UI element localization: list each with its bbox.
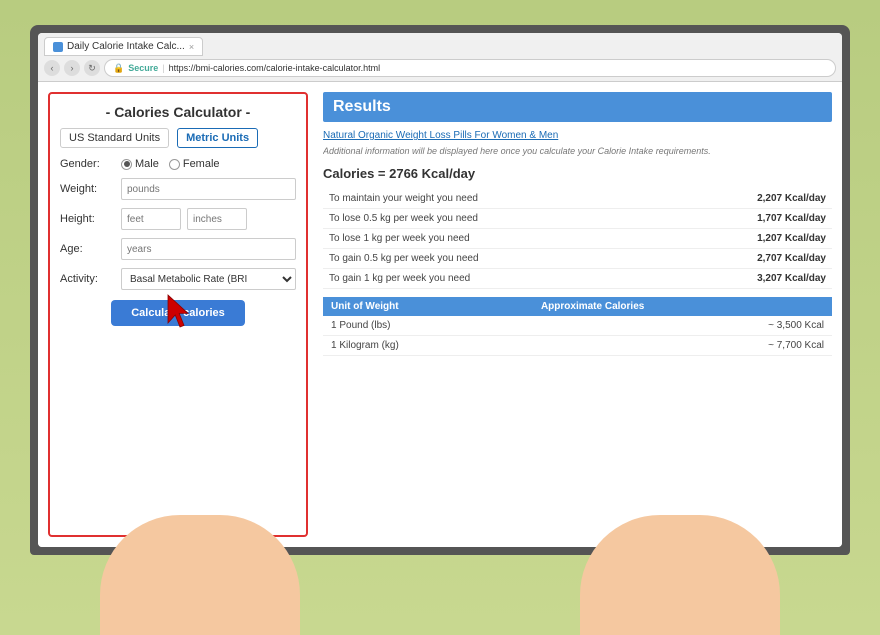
- gender-label: Gender:: [60, 158, 115, 170]
- male-label: Male: [135, 158, 159, 170]
- table-row: To lose 0.5 kg per week you need 1,707 K…: [323, 208, 832, 228]
- hands: [0, 515, 880, 635]
- weight-label: Weight:: [60, 183, 115, 195]
- results-subtitle: Additional information will be displayed…: [323, 145, 832, 158]
- weight-row: Weight:: [60, 178, 296, 200]
- row-label: To lose 0.5 kg per week you need: [323, 208, 662, 228]
- male-option[interactable]: Male: [121, 158, 159, 170]
- male-radio[interactable]: [121, 159, 132, 170]
- weight-unit: 1 Kilogram (kg): [323, 335, 533, 355]
- height-label: Height:: [60, 213, 115, 225]
- left-hand: [100, 515, 300, 635]
- address-bar[interactable]: 🔒 Secure | https://bmi-calories.com/calo…: [104, 59, 836, 77]
- browser-tab[interactable]: Daily Calorie Intake Calc... ×: [44, 37, 203, 56]
- age-row: Age:: [60, 238, 296, 260]
- results-weight-table: Unit of Weight Approximate Calories 1 Po…: [323, 297, 832, 356]
- url-display: https://bmi-calories.com/calorie-intake-…: [169, 63, 381, 73]
- results-ad-link[interactable]: Natural Organic Weight Loss Pills For Wo…: [323, 130, 832, 141]
- female-option[interactable]: Female: [169, 158, 220, 170]
- tab-close-button[interactable]: ×: [189, 42, 194, 52]
- results-main-value: Calories = 2766 Kcal/day: [323, 166, 832, 181]
- weight-input[interactable]: [121, 178, 296, 200]
- weight-unit: 1 Pound (lbs): [323, 316, 533, 336]
- activity-row: Activity: Basal Metabolic Rate (BRI: [60, 268, 296, 290]
- table-row: To gain 0.5 kg per week you need 2,707 K…: [323, 248, 832, 268]
- separator: |: [162, 63, 164, 73]
- tab-favicon: [53, 42, 63, 52]
- tab-title: Daily Calorie Intake Calc...: [67, 41, 185, 52]
- back-button[interactable]: ‹: [44, 60, 60, 76]
- age-label: Age:: [60, 243, 115, 255]
- tab-us-standard[interactable]: US Standard Units: [60, 128, 169, 148]
- page-content: - Calories Calculator - US Standard Unit…: [38, 82, 842, 547]
- table-row: To lose 1 kg per week you need 1,207 Kca…: [323, 228, 832, 248]
- gender-options: Male Female: [121, 158, 220, 170]
- activity-label: Activity:: [60, 273, 115, 285]
- browser-tabs: Daily Calorie Intake Calc... ×: [44, 37, 836, 56]
- row-label: To maintain your weight you need: [323, 189, 662, 209]
- weight-calories: ~ 7,700 Kcal: [533, 335, 832, 355]
- calculator-panel: - Calories Calculator - US Standard Unit…: [48, 92, 308, 537]
- table-row: 1 Kilogram (kg) ~ 7,700 Kcal: [323, 335, 832, 355]
- lock-icon: 🔒: [113, 63, 124, 74]
- scene: Daily Calorie Intake Calc... × ‹ › ↻ 🔒 S…: [0, 0, 880, 635]
- weight-table-header1: Unit of Weight: [323, 297, 533, 316]
- row-value: 2,707 Kcal/day: [662, 248, 832, 268]
- refresh-button[interactable]: ↻: [84, 60, 100, 76]
- row-value: 3,207 Kcal/day: [662, 268, 832, 288]
- row-label: To lose 1 kg per week you need: [323, 228, 662, 248]
- laptop-screen: Daily Calorie Intake Calc... × ‹ › ↻ 🔒 S…: [38, 33, 842, 547]
- weight-calories: ~ 3,500 Kcal: [533, 316, 832, 336]
- row-value: 2,207 Kcal/day: [662, 189, 832, 209]
- activity-select[interactable]: Basal Metabolic Rate (BRI: [121, 268, 296, 290]
- female-label: Female: [183, 158, 220, 170]
- calculator-title: - Calories Calculator -: [60, 104, 296, 120]
- table-row: To maintain your weight you need 2,207 K…: [323, 189, 832, 209]
- browser-nav: ‹ › ↻ 🔒 Secure | https://bmi-calories.co…: [44, 59, 836, 77]
- table-row: 1 Pound (lbs) ~ 3,500 Kcal: [323, 316, 832, 336]
- button-area: Calculate calories: [60, 300, 296, 326]
- results-panel: Results Natural Organic Weight Loss Pill…: [323, 92, 832, 537]
- secure-label: Secure: [128, 63, 158, 73]
- height-row: Height:: [60, 208, 296, 230]
- height-inches-input[interactable]: [187, 208, 247, 230]
- row-value: 1,207 Kcal/day: [662, 228, 832, 248]
- laptop: Daily Calorie Intake Calc... × ‹ › ↻ 🔒 S…: [30, 25, 850, 555]
- results-calorie-table: To maintain your weight you need 2,207 K…: [323, 189, 832, 289]
- browser-chrome: Daily Calorie Intake Calc... × ‹ › ↻ 🔒 S…: [38, 33, 842, 82]
- results-header: Results: [323, 92, 832, 122]
- row-label: To gain 1 kg per week you need: [323, 268, 662, 288]
- row-label: To gain 0.5 kg per week you need: [323, 248, 662, 268]
- weight-table-header2: Approximate Calories: [533, 297, 832, 316]
- table-row: To gain 1 kg per week you need 3,207 Kca…: [323, 268, 832, 288]
- right-hand: [580, 515, 780, 635]
- tab-metric[interactable]: Metric Units: [177, 128, 258, 148]
- forward-button[interactable]: ›: [64, 60, 80, 76]
- female-radio[interactable]: [169, 159, 180, 170]
- cursor-arrow: [161, 291, 196, 336]
- calc-tabs: US Standard Units Metric Units: [60, 128, 296, 148]
- age-input[interactable]: [121, 238, 296, 260]
- row-value: 1,707 Kcal/day: [662, 208, 832, 228]
- height-feet-input[interactable]: [121, 208, 181, 230]
- gender-row: Gender: Male Female: [60, 158, 296, 170]
